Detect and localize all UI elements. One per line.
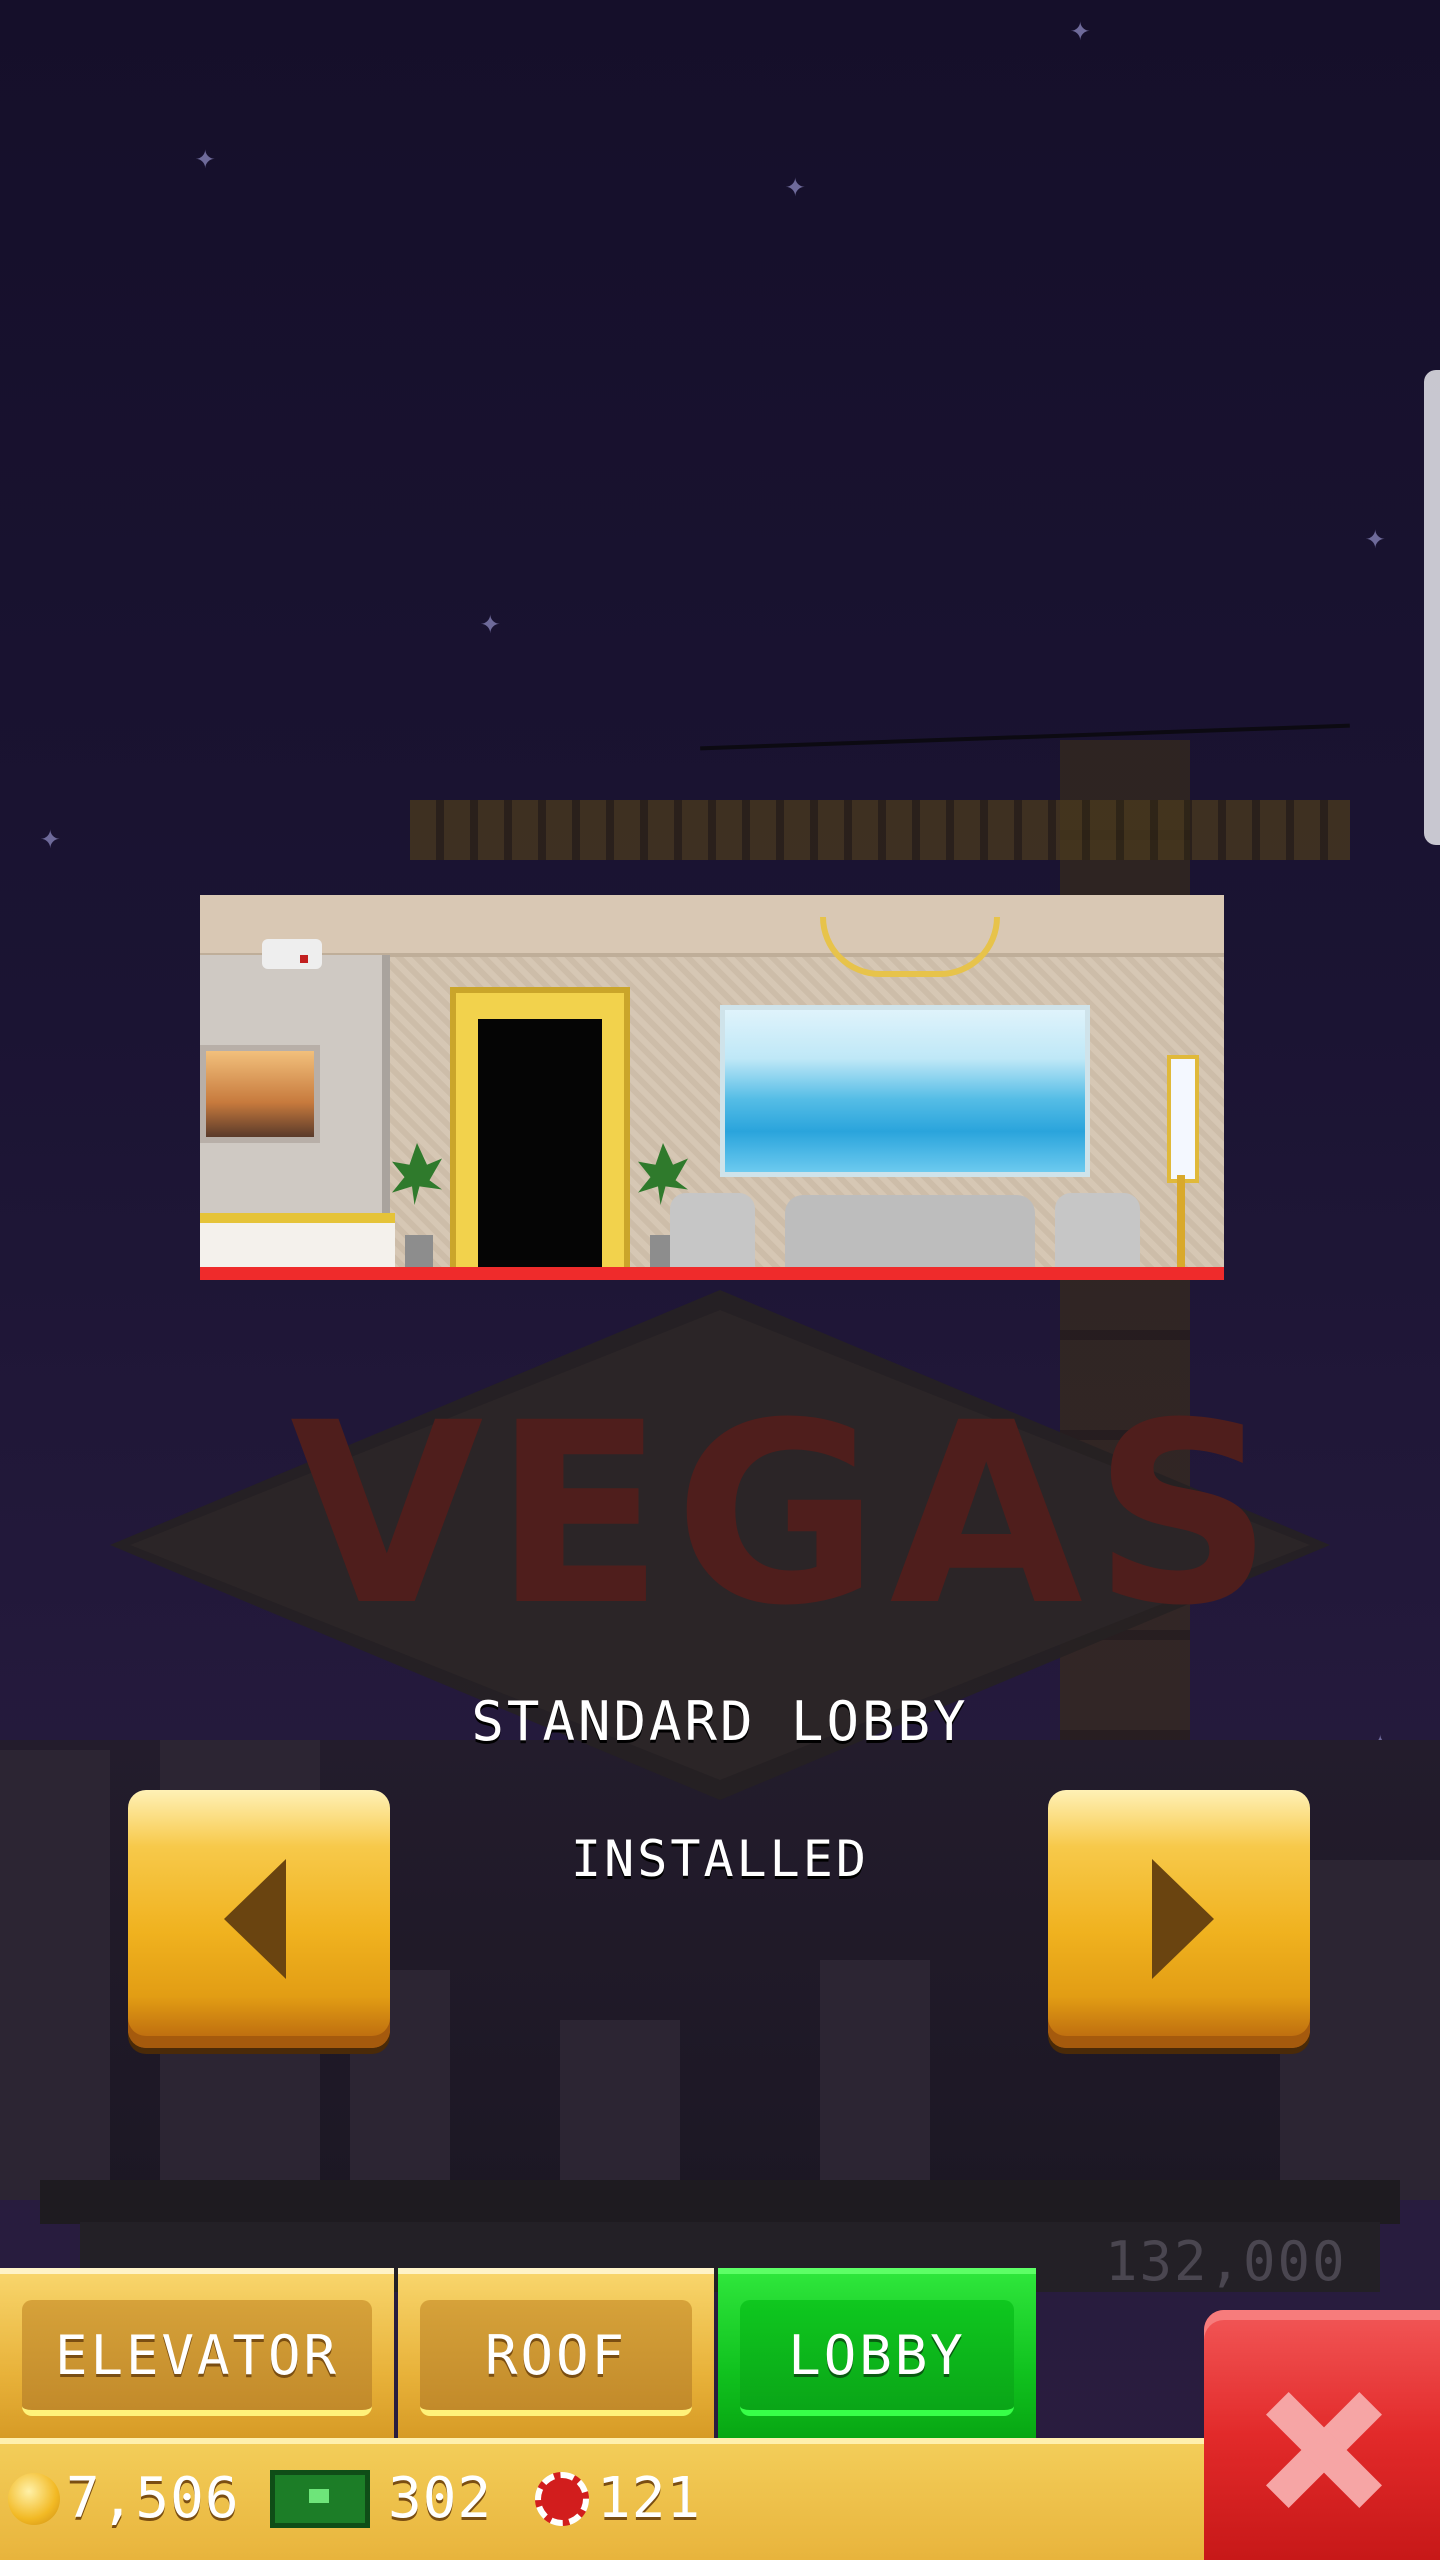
armchair [1055, 1193, 1140, 1273]
aquarium [720, 1005, 1090, 1177]
room-name: STANDARD LOBBY [471, 1690, 969, 1753]
floor-lamp [1167, 1055, 1199, 1183]
close-button[interactable] [1204, 2310, 1440, 2560]
casino-chip-icon [535, 2471, 589, 2526]
triangle-left-icon [224, 1859, 286, 1979]
star-icon: ✦ [785, 165, 806, 205]
bux-display: 302 [270, 2466, 492, 2531]
tower-bux-icon [270, 2469, 370, 2528]
chandelier-icon [820, 917, 1000, 977]
tab-label: ROOF [420, 2300, 692, 2416]
vegas-sign-text: VEGAS [290, 1369, 1283, 1660]
tower-ground [40, 2180, 1400, 2224]
sunset-picture [200, 1045, 320, 1143]
chips-display: 121 [535, 2466, 701, 2531]
bux-value: 302 [388, 2466, 493, 2531]
doorway [478, 1019, 602, 1274]
security-camera-icon [262, 939, 322, 969]
x-icon [1264, 2390, 1384, 2510]
star-icon: ✦ [480, 602, 501, 642]
coins-value: 7,506 [66, 2466, 240, 2531]
lobby-ceiling [200, 895, 1224, 953]
next-button[interactable] [1048, 1790, 1310, 2048]
previous-button[interactable] [128, 1790, 390, 2048]
currency-bar: 7,506 302 121 [0, 2438, 1220, 2560]
crane-arm [410, 800, 1350, 860]
star-icon: ✦ [1365, 517, 1386, 557]
lobby-floor [200, 1267, 1224, 1280]
chips-value: 121 [597, 2466, 702, 2531]
scrollbar[interactable] [1424, 370, 1440, 845]
star-icon: ✦ [1070, 9, 1091, 49]
crane-cable [700, 723, 1350, 751]
tab-elevator[interactable]: ELEVATOR [0, 2268, 394, 2440]
gold-coin-icon [8, 2472, 60, 2525]
tab-label: ELEVATOR [22, 2300, 372, 2416]
tab-roof[interactable]: ROOF [398, 2268, 714, 2440]
lobby-preview [200, 895, 1224, 1280]
tab-lobby[interactable]: LOBBY [718, 2268, 1036, 2440]
star-icon: ✦ [40, 817, 61, 857]
plant-icon [392, 1143, 442, 1205]
background-price: 132,000 [1105, 2230, 1347, 2293]
reception-desk [200, 1213, 395, 1273]
armchair [670, 1193, 755, 1273]
sofa [785, 1195, 1035, 1273]
coins-display: 7,506 [8, 2466, 240, 2531]
tab-label: LOBBY [740, 2300, 1014, 2416]
star-icon: ✦ [195, 137, 216, 177]
triangle-right-icon [1152, 1859, 1214, 1979]
